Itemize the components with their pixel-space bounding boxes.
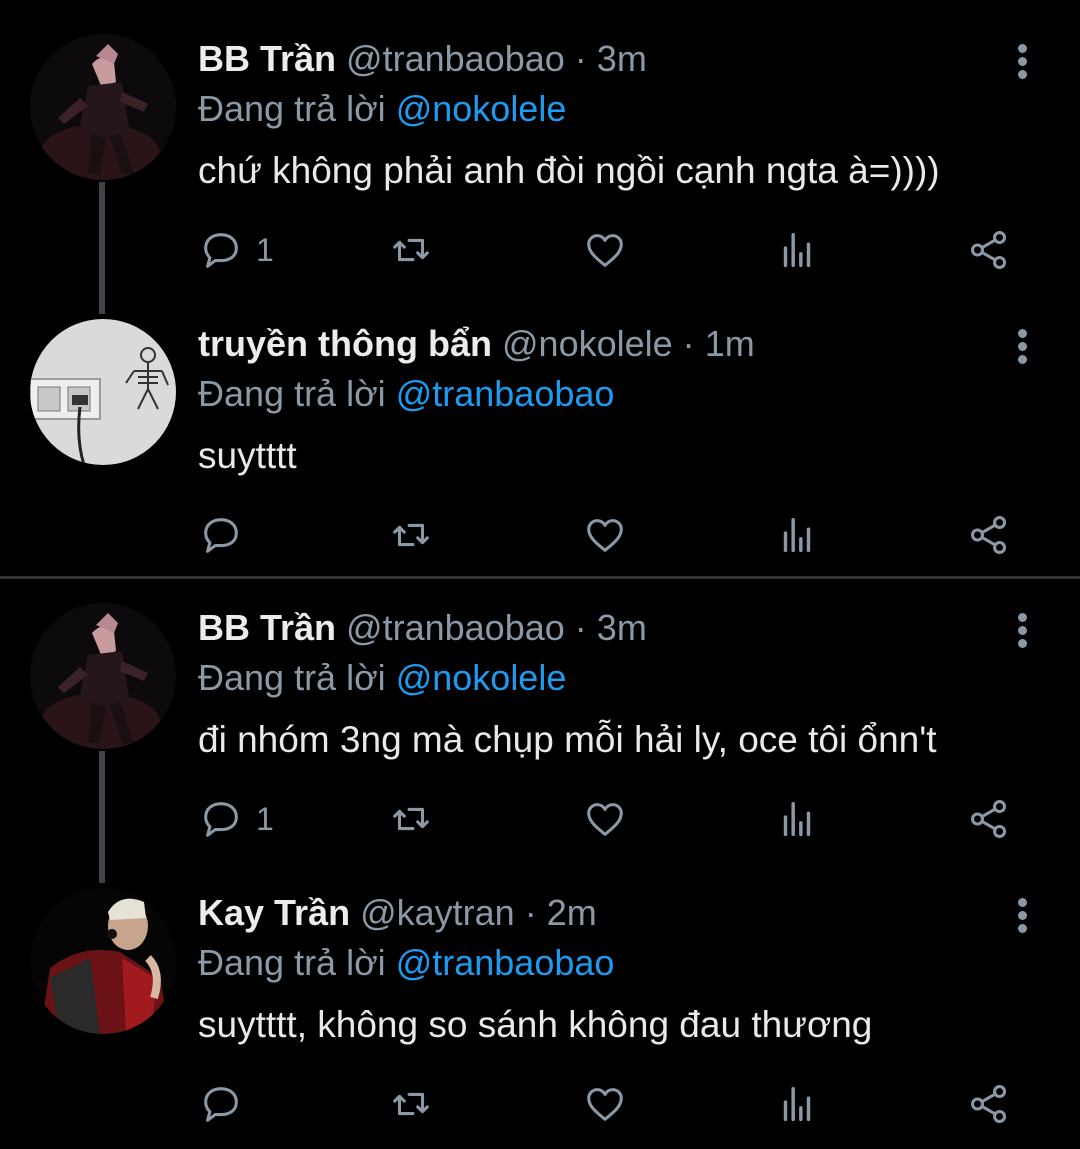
user-handle[interactable]: @kaytran xyxy=(360,892,515,933)
analytics-icon xyxy=(783,517,811,553)
separator: · xyxy=(524,892,537,933)
tweet-text: đi nhóm 3ng mà chụp mỗi hải ly, oce tôi … xyxy=(198,719,937,760)
avatar[interactable] xyxy=(30,603,176,749)
tweet-header: BB Trần @tranbaobao · 3m xyxy=(198,607,647,649)
mention-link[interactable]: @tranbaobao xyxy=(396,373,615,414)
replying-to: Đang trả lời @tranbaobao xyxy=(198,373,614,415)
tweet-truyen-thong-ban[interactable]: truyền thông bẩn @nokolele · 1m Đang trả… xyxy=(0,285,1080,570)
share-icon xyxy=(970,516,1007,554)
more-options-icon[interactable] xyxy=(1002,325,1042,369)
like-button[interactable] xyxy=(582,791,628,847)
more-options-icon[interactable] xyxy=(1002,40,1042,84)
retweet-button[interactable] xyxy=(388,507,434,563)
replying-to: Đang trả lời @nokolele xyxy=(198,88,566,130)
reply-icon xyxy=(204,518,238,553)
more-options-icon[interactable] xyxy=(1002,894,1042,938)
tweet-bb-tran-1[interactable]: BB Trần @tranbaobao · 3m Đang trả lời @n… xyxy=(0,0,1080,285)
reply-icon xyxy=(204,802,238,837)
reply-button[interactable] xyxy=(198,507,256,563)
analytics-button[interactable] xyxy=(774,791,820,847)
reply-count: 1 xyxy=(256,231,274,268)
user-handle[interactable]: @tranbaobao xyxy=(346,607,565,648)
analytics-button[interactable] xyxy=(774,222,820,278)
tweet-actions: 1 xyxy=(198,791,1018,851)
mention-link[interactable]: @nokolele xyxy=(396,88,567,129)
reply-count: 1 xyxy=(256,800,274,837)
tweet-actions: 1 xyxy=(198,222,1018,282)
reply-button[interactable]: 1 xyxy=(198,791,274,847)
reply-icon xyxy=(204,1087,238,1122)
retweet-button[interactable] xyxy=(388,222,434,278)
avatar[interactable] xyxy=(30,34,176,180)
analytics-button[interactable] xyxy=(774,1076,820,1132)
like-button[interactable] xyxy=(582,507,628,563)
replying-prefix: Đang trả lời xyxy=(198,657,386,698)
timestamp[interactable]: 1m xyxy=(705,323,755,364)
tweet-actions xyxy=(198,1076,1018,1136)
share-button[interactable] xyxy=(966,1076,1012,1132)
analytics-icon xyxy=(783,1086,811,1122)
tweet-actions xyxy=(198,507,1018,567)
display-name[interactable]: BB Trần xyxy=(198,38,336,79)
display-name[interactable]: Kay Trần xyxy=(198,892,350,933)
tweet-header: BB Trần @tranbaobao · 3m xyxy=(198,38,647,80)
retweet-icon xyxy=(393,807,429,831)
share-button[interactable] xyxy=(966,222,1012,278)
like-icon xyxy=(587,234,623,267)
like-icon xyxy=(587,519,623,552)
tweet-kay-tran[interactable]: Kay Trần @kaytran · 2m Đang trả lời @tra… xyxy=(0,854,1080,1139)
replying-prefix: Đang trả lời xyxy=(198,942,386,983)
analytics-button[interactable] xyxy=(774,507,820,563)
tweet-text: suytttt xyxy=(198,435,297,476)
analytics-icon xyxy=(783,232,811,268)
reply-icon xyxy=(204,233,238,268)
like-button[interactable] xyxy=(582,1076,628,1132)
like-button[interactable] xyxy=(582,222,628,278)
avatar[interactable] xyxy=(30,888,176,1034)
retweet-icon xyxy=(393,523,429,547)
separator: · xyxy=(682,323,695,364)
tweet-text: suytttt, không so sánh không đau thương xyxy=(198,1004,873,1045)
reply-button[interactable] xyxy=(198,1076,256,1132)
display-name[interactable]: truyền thông bẩn xyxy=(198,323,492,364)
replying-prefix: Đang trả lời xyxy=(198,373,386,414)
mention-link[interactable]: @nokolele xyxy=(396,657,567,698)
thread-2: BB Trần @tranbaobao · 3m Đang trả lời @n… xyxy=(0,569,1080,1139)
retweet-button[interactable] xyxy=(388,1076,434,1132)
timestamp[interactable]: 2m xyxy=(547,892,597,933)
share-icon xyxy=(970,800,1007,838)
retweet-icon xyxy=(393,1092,429,1116)
timestamp[interactable]: 3m xyxy=(597,607,647,648)
retweet-button[interactable] xyxy=(388,791,434,847)
display-name[interactable]: BB Trần xyxy=(198,607,336,648)
retweet-icon xyxy=(393,238,429,262)
replying-to: Đang trả lời @tranbaobao xyxy=(198,942,614,984)
analytics-icon xyxy=(783,801,811,837)
replying-prefix: Đang trả lời xyxy=(198,88,386,129)
share-icon xyxy=(970,1085,1007,1123)
replying-to: Đang trả lời @nokolele xyxy=(198,657,566,699)
separator: · xyxy=(574,38,587,79)
tweet-header: truyền thông bẩn @nokolele · 1m xyxy=(198,323,755,365)
tweet-header: Kay Trần @kaytran · 2m xyxy=(198,892,597,934)
mention-link[interactable]: @tranbaobao xyxy=(396,942,615,983)
separator: · xyxy=(574,607,587,648)
avatar[interactable] xyxy=(30,319,176,465)
share-button[interactable] xyxy=(966,791,1012,847)
share-icon xyxy=(970,231,1007,269)
thread-1: BB Trần @tranbaobao · 3m Đang trả lời @n… xyxy=(0,0,1080,570)
timestamp[interactable]: 3m xyxy=(597,38,647,79)
tweet-bb-tran-2[interactable]: BB Trần @tranbaobao · 3m Đang trả lời @n… xyxy=(0,569,1080,854)
reply-button[interactable]: 1 xyxy=(198,222,274,278)
share-button[interactable] xyxy=(966,507,1012,563)
like-icon xyxy=(587,1088,623,1121)
like-icon xyxy=(587,803,623,836)
more-options-icon[interactable] xyxy=(1002,609,1042,653)
user-handle[interactable]: @nokolele xyxy=(502,323,673,364)
tweet-text: chứ không phải anh đòi ngồi cạnh ngta à=… xyxy=(198,150,940,191)
user-handle[interactable]: @tranbaobao xyxy=(346,38,565,79)
